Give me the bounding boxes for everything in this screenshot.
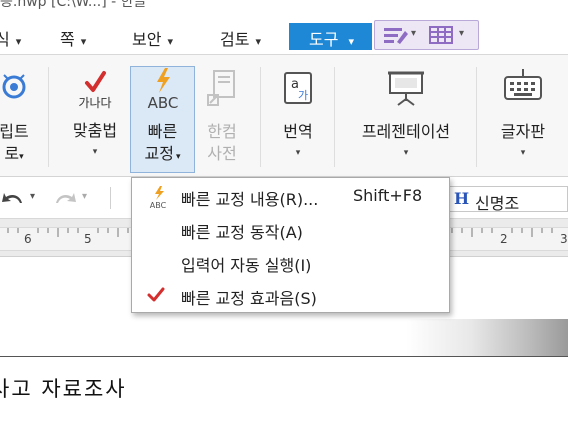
menu-item-label: 검토 [220, 30, 250, 49]
window-title: 등.hwp [C:\W...] - 한글 [0, 0, 147, 10]
svg-text:ABC: ABC [150, 201, 167, 209]
spellcheck-label: 맞춤법 [72, 121, 118, 140]
chevron-down-icon[interactable]: ▾ [66, 146, 124, 158]
keyboard-layout-label: 글자판 [500, 122, 546, 141]
menu-item-page[interactable]: 쪽 ▾ [60, 26, 86, 50]
ribbon-separator [476, 67, 477, 167]
menu-item-autocorrect-action[interactable]: 빠른 교정 동작(A) [132, 213, 449, 246]
chevron-down-icon: ▾ [175, 152, 181, 162]
chevron-down-icon: ▾ [19, 152, 24, 162]
autocorrect-icon-text: ABC [147, 94, 178, 111]
ribbon-separator [334, 67, 335, 167]
keyboard-layout-button[interactable]: 글자판 ▾ [492, 65, 554, 159]
translate-icon: a 가 [284, 72, 312, 104]
menu-item-label: 도구 [309, 30, 339, 49]
autocorrect-dropdown-menu: ABC 빠른 교정 내용(R)... Shift+F8 빠른 교정 동작(A) … [131, 177, 450, 313]
chevron-down-icon: ▾ [348, 35, 354, 48]
table-style-icon[interactable] [429, 25, 455, 49]
quick-style-group[interactable]: ▾ ▾ [374, 20, 479, 50]
autocorrect-button[interactable]: ABC 빠른 교정 ▾ [130, 65, 195, 168]
autocorrect-label-text: 교정 [144, 144, 174, 163]
script-icon [2, 74, 26, 99]
chevron-down-icon[interactable]: ▾ [82, 191, 87, 202]
title-bar: 등.hwp [C:\W...] - 한글 [0, 0, 568, 14]
menu-item-label: 빠른 교정 동작(A) [181, 223, 303, 242]
menu-item-label: 보안 [132, 30, 162, 49]
spellcheck-icon-text: 가나다 [78, 96, 111, 110]
chevron-down-icon[interactable]: ▾ [492, 147, 554, 159]
hwp-font-icon: H [454, 189, 470, 208]
menu-item-shortcut: Shift+F8 [353, 186, 423, 205]
chevron-down-icon[interactable]: ▾ [459, 28, 464, 39]
checkmark-icon [145, 286, 171, 310]
menu-item-label: 입력어 자동 실행(I) [181, 256, 312, 275]
menu-bar: 식 ▾ 쪽 ▾ 보안 ▾ 검토 ▾ 도구 ▾ ▾ ▾ [0, 14, 568, 54]
lightning-abc-icon: ABC [147, 68, 178, 112]
redo-icon [56, 193, 76, 203]
presentation-label: 프레젠테이션 [361, 122, 451, 141]
dictionary-icon [207, 70, 235, 106]
ribbon-separator [260, 67, 261, 167]
hancom-dictionary-label-line1: 한컴 [207, 122, 237, 141]
header-rule-line [0, 356, 568, 357]
ruler-number: 6 [24, 232, 32, 246]
script-label-line1: 립트 [0, 122, 29, 141]
ruler-number: 2 [500, 232, 508, 246]
ruler-number: 5 [84, 232, 92, 246]
script-button[interactable]: 립트 로▾ [0, 65, 40, 168]
chevron-down-icon: ▾ [255, 35, 261, 48]
header-gradient-bar [406, 319, 568, 357]
menu-item-review[interactable]: 검토 ▾ [220, 26, 261, 50]
menu-item-label: 빠른 교정 내용(R)... [181, 190, 319, 209]
autocorrect-abc-icon: ABC [145, 185, 171, 210]
hancom-dictionary-label-line2: 사전 [207, 144, 237, 163]
menu-item-auto-run-input[interactable]: 입력어 자동 실행(I) [132, 246, 449, 279]
ribbon-separator [48, 67, 49, 167]
chevron-down-icon: ▾ [167, 35, 173, 48]
ribbon: 립트 로▾ 가나다 맞춤법 ▾ ABC 빠른 교정 ▾ 한컴 사전 a 가 번역… [0, 54, 568, 177]
font-name-select[interactable]: H 신명조 [446, 186, 568, 213]
spellcheck-button[interactable]: 가나다 맞춤법 ▾ [66, 63, 124, 158]
menu-item-autocorrect-sound[interactable]: 빠른 교정 효과음(S) [132, 279, 449, 312]
presentation-button[interactable]: 프레젠테이션 ▾ [350, 65, 462, 159]
toolbar-separator [110, 187, 111, 209]
document-heading: 사고 자료조사 [0, 377, 127, 401]
translate-button[interactable]: a 가 번역 ▾ [270, 65, 326, 159]
redo-button[interactable] [52, 189, 78, 211]
presentation-icon [388, 71, 424, 106]
menu-item-tools[interactable]: 도구 ▾ [289, 23, 372, 50]
chevron-down-icon[interactable]: ▾ [270, 147, 326, 159]
menu-item-autocorrect-contents[interactable]: ABC 빠른 교정 내용(R)... Shift+F8 [132, 180, 449, 213]
spellcheck-icon: 가나다 [78, 71, 112, 110]
menu-item-security[interactable]: 보안 ▾ [132, 26, 173, 50]
chevron-down-icon: ▾ [15, 35, 22, 48]
chevron-down-icon[interactable]: ▾ [350, 147, 462, 159]
menu-item-label: 쪽 [60, 30, 75, 49]
ruler-number: 3 [560, 232, 568, 246]
hancom-dictionary-button[interactable]: 한컴 사전 [196, 65, 248, 165]
svg-text:가: 가 [298, 89, 308, 102]
autocorrect-label-line2: 교정 ▾ [130, 143, 195, 168]
undo-icon [2, 193, 22, 203]
autocorrect-label-line1: 빠른 [147, 122, 178, 141]
script-label-line2: 로▾ [0, 143, 40, 168]
font-name-value: 신명조 [475, 194, 520, 213]
keyboard-icon [504, 69, 542, 100]
translate-label: 번역 [283, 122, 313, 141]
script-label-text: 로 [4, 144, 20, 163]
menu-item-label: 빠른 교정 효과음(S) [181, 289, 317, 308]
chevron-down-icon[interactable]: ▾ [411, 28, 416, 39]
chevron-down-icon: ▾ [80, 35, 87, 48]
chevron-down-icon[interactable]: ▾ [30, 191, 35, 202]
edit-style-icon[interactable] [383, 25, 409, 49]
undo-button[interactable] [0, 189, 26, 211]
menu-item-label: 식 [0, 30, 10, 49]
menu-item-format[interactable]: 식 ▾ [0, 26, 21, 50]
